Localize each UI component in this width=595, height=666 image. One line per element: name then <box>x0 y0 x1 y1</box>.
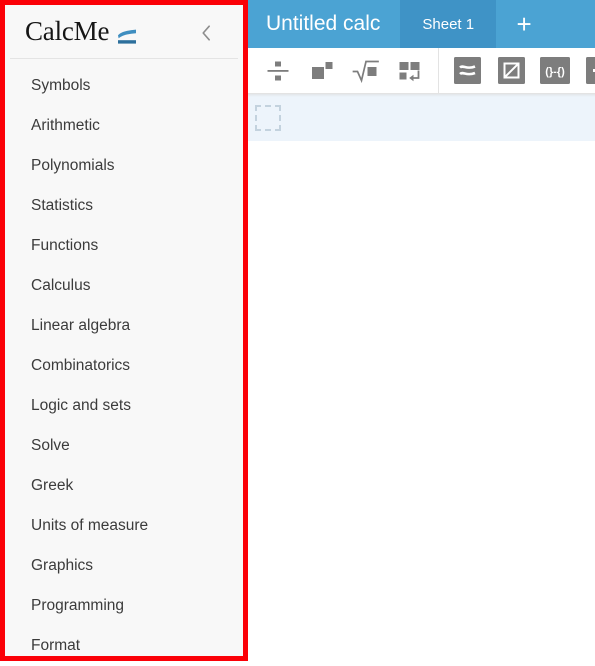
partial-button[interactable] <box>577 52 595 90</box>
sidebar-item-label: Units of measure <box>31 517 149 534</box>
sidebar-item-calculus[interactable]: Calculus <box>10 266 238 306</box>
sidebar-item-format[interactable]: Format <box>10 626 238 651</box>
sidebar-item-statistics[interactable]: Statistics <box>10 186 238 226</box>
interval-button[interactable]: (}-{) <box>533 52 577 90</box>
collapse-sidebar-button[interactable] <box>196 22 216 44</box>
square-root-button[interactable] <box>344 52 388 90</box>
interval-icon: (}-{) <box>540 57 570 84</box>
sidebar-item-label: Functions <box>31 237 99 254</box>
approximately-equal-logo-icon <box>116 24 138 44</box>
main-pane: Untitled calc Sheet 1 + (}-{) <box>248 0 595 666</box>
toolbar: (}-{) <box>248 48 595 94</box>
sidebar-menu: Symbols Arithmetic Polynomials Statistic… <box>10 59 238 651</box>
sidebar-item-label: Logic and sets <box>31 397 131 414</box>
sidebar-highlight-box: CalcMe Symbols Arithmetic Polynomials St… <box>0 0 248 661</box>
sidebar-item-combinatorics[interactable]: Combinatorics <box>10 346 238 386</box>
approximately-equal-icon <box>453 57 481 84</box>
sidebar-item-label: Calculus <box>31 277 91 294</box>
superscript-icon <box>312 61 333 79</box>
sidebar-item-label: Linear algebra <box>31 317 131 334</box>
strikethrough-square-icon <box>497 57 525 84</box>
sidebar-item-label: Graphics <box>31 557 94 574</box>
calcme-app: CalcMe Symbols Arithmetic Polynomials St… <box>0 0 595 666</box>
sidebar-item-label: Solve <box>31 437 70 454</box>
tab-sheet-1[interactable]: Sheet 1 <box>400 0 497 48</box>
sidebar-item-label: Polynomials <box>31 157 115 174</box>
sidebar-item-label: Arithmetic <box>31 117 100 134</box>
svg-text:(}-{): (}-{) <box>545 66 565 78</box>
sidebar-item-programming[interactable]: Programming <box>10 586 238 626</box>
sidebar-item-logic-and-sets[interactable]: Logic and sets <box>10 386 238 426</box>
sidebar-item-label: Combinatorics <box>31 357 131 374</box>
sidebar-item-greek[interactable]: Greek <box>10 466 238 506</box>
strikethrough-square-button[interactable] <box>489 52 533 90</box>
sidebar-item-arithmetic[interactable]: Arithmetic <box>10 106 238 146</box>
toolbar-separator <box>438 48 439 93</box>
matrix-newline-button[interactable] <box>388 52 432 90</box>
fraction-button[interactable] <box>256 52 300 90</box>
sidebar-item-label: Greek <box>31 477 74 494</box>
sidebar-item-solve[interactable]: Solve <box>10 426 238 466</box>
document-title[interactable]: Untitled calc <box>248 0 401 48</box>
brand: CalcMe <box>25 16 138 46</box>
matrix-newline-icon <box>399 61 420 81</box>
sidebar-header: CalcMe <box>10 10 238 58</box>
sidebar: CalcMe Symbols Arithmetic Polynomials St… <box>10 10 238 651</box>
brand-name: CalcMe <box>25 16 110 46</box>
sidebar-item-symbols[interactable]: Symbols <box>10 66 238 106</box>
partial-icon <box>585 57 595 84</box>
math-editor-row[interactable] <box>248 94 595 143</box>
sidebar-item-graphics[interactable]: Graphics <box>10 546 238 586</box>
fraction-icon <box>267 61 289 80</box>
chevron-left-icon <box>202 25 210 41</box>
empty-math-input[interactable] <box>255 105 281 131</box>
sidebar-item-functions[interactable]: Functions <box>10 226 238 266</box>
sidebar-item-linear-algebra[interactable]: Linear algebra <box>10 306 238 346</box>
sidebar-item-units-of-measure[interactable]: Units of measure <box>10 506 238 546</box>
sidebar-item-label: Format <box>31 637 81 651</box>
sidebar-item-label: Symbols <box>31 77 91 94</box>
square-root-icon <box>352 60 379 83</box>
approximately-equal-button[interactable] <box>445 52 489 90</box>
top-bar: Untitled calc Sheet 1 + <box>248 0 595 48</box>
sheet-canvas[interactable] <box>248 141 595 666</box>
superscript-button[interactable] <box>300 52 344 90</box>
sidebar-item-polynomials[interactable]: Polynomials <box>10 146 238 186</box>
add-sheet-button[interactable]: + <box>496 0 553 48</box>
sidebar-item-label: Statistics <box>31 197 94 214</box>
sidebar-item-label: Programming <box>31 597 125 614</box>
